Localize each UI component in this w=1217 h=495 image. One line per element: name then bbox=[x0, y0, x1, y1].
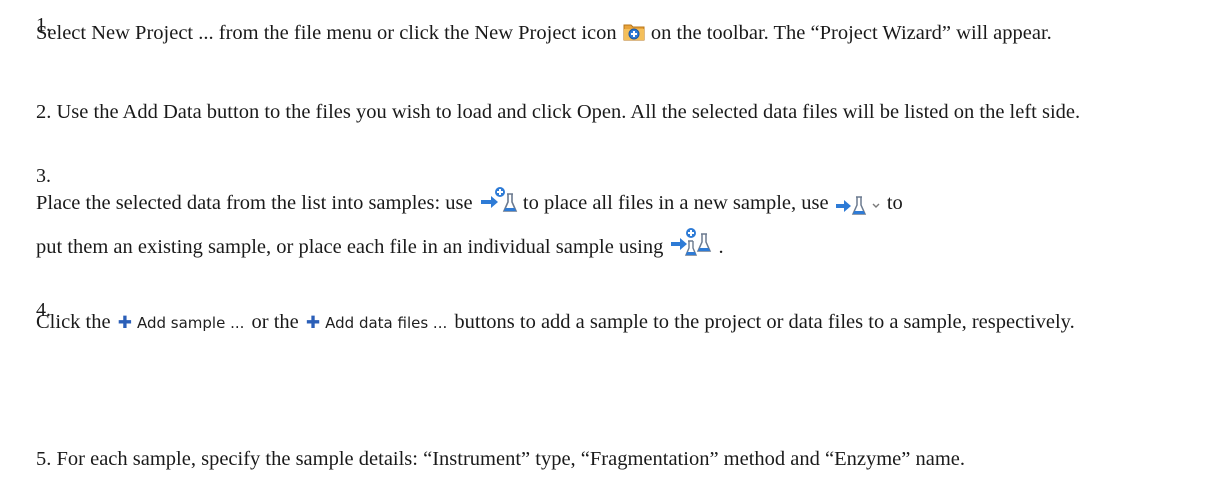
step-number: 4. bbox=[36, 299, 51, 321]
add-data-files-button[interactable]: ✚ Add data files ... bbox=[304, 308, 449, 339]
step-number: 5. bbox=[36, 448, 52, 470]
step-text: Select New Project ... from the file men… bbox=[36, 18, 1206, 49]
step-4: 4. Click the ✚ Add sample ... or the ✚ Add… bbox=[36, 299, 1206, 339]
step-number: 2. bbox=[36, 101, 52, 123]
step-text: Click the ✚ Add sample ... or the ✚ Add da… bbox=[36, 307, 1206, 339]
add-to-new-sample-icon bbox=[478, 185, 518, 215]
step-number: 3. bbox=[36, 165, 51, 187]
add-to-individual-samples-icon bbox=[669, 226, 719, 258]
plus-icon: ✚ bbox=[117, 312, 132, 333]
step-3: 3. Place the selected data from the list… bbox=[36, 165, 1206, 269]
step-text: Place the selected data from the list in… bbox=[36, 181, 1206, 269]
step-1: 1. Select New Project ... from the file … bbox=[36, 14, 1206, 49]
add-to-existing-sample-icon bbox=[834, 189, 882, 216]
new-project-icon bbox=[622, 19, 646, 43]
plus-icon: ✚ bbox=[305, 312, 321, 333]
step-number: 1. bbox=[36, 14, 51, 36]
step-text: 5. For each sample, specify the sample d… bbox=[36, 448, 966, 470]
step-text: 2. Use the Add Data button to the files … bbox=[36, 101, 1081, 123]
step-5: 5. For each sample, specify the sample d… bbox=[36, 444, 1206, 475]
step-2: 2. Use the Add Data button to the files … bbox=[36, 97, 1206, 128]
add-sample-button[interactable]: ✚ Add sample ... bbox=[116, 308, 247, 339]
